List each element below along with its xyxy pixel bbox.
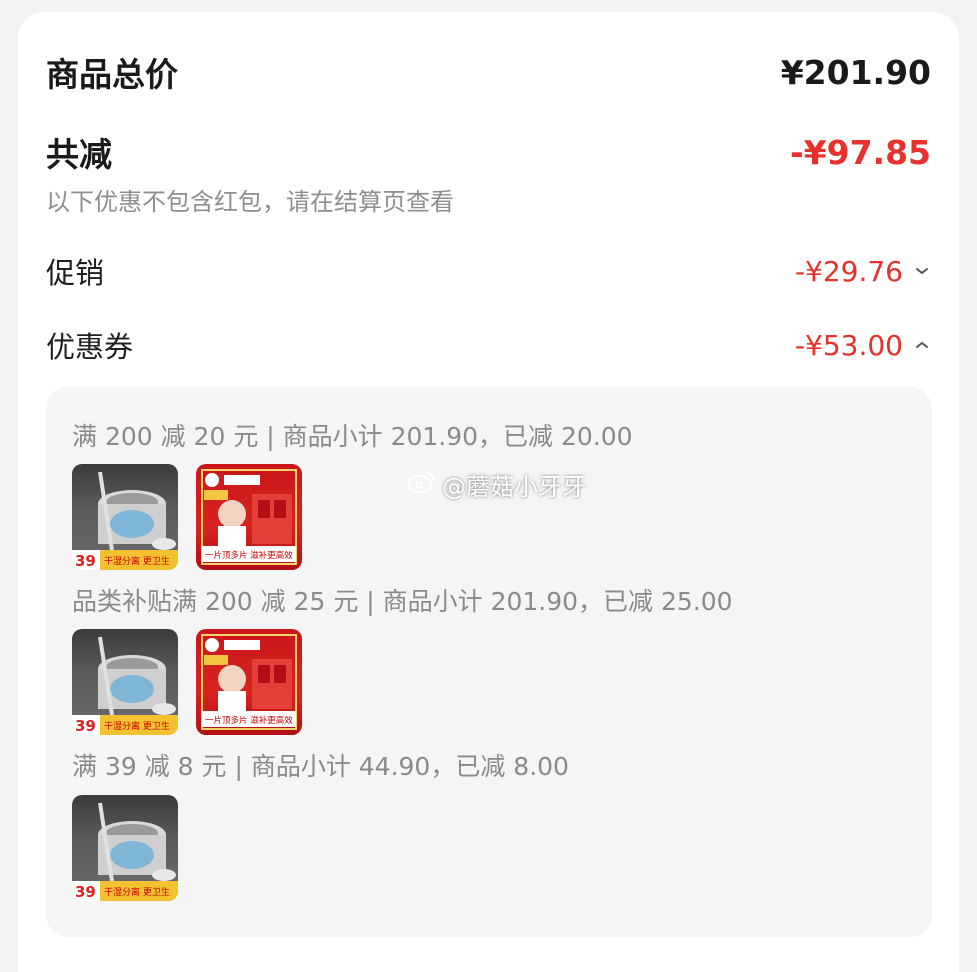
mop-price-tag: 39 (75, 883, 96, 901)
discount-note: 以下优惠不包含红包，请在结算页查看 (46, 188, 454, 216)
total-price-label: 商品总价 (46, 55, 178, 94)
coupon-detail-line: 满 39 减 8 元 | 商品小计 44.90，已减 8.00 (72, 752, 569, 781)
coupon-label: 优惠券 (46, 330, 134, 364)
total-discount-amount: -¥97.85 (789, 132, 931, 172)
product-thumbnail-mop[interactable]: 39 干湿分离 更卫生 (72, 464, 178, 570)
mop-price-tag: 39 (75, 552, 96, 570)
watermark: @蘑菇小牙牙 (408, 467, 586, 502)
product-thumbnail-supplement[interactable]: 一片顶多片 滋补更高效 (196, 464, 302, 570)
total-price-amount: ¥201.90 (780, 52, 931, 92)
coupon-detail-line: 满 200 减 20 元 | 商品小计 201.90，已减 20.00 (72, 422, 633, 451)
coupon-amount-toggle[interactable]: -¥53.00 (795, 329, 931, 362)
product-thumbnail-supplement[interactable]: 一片顶多片 滋补更高效 (196, 629, 302, 735)
order-summary-card: 商品总价 ¥201.90 共减 -¥97.85 以下优惠不包含红包，请在结算页查… (18, 12, 959, 972)
mop-caption: 干湿分离 更卫生 (104, 555, 170, 567)
coupon-row[interactable]: 优惠券 -¥53.00 (46, 324, 931, 366)
mop-caption: 干湿分离 更卫生 (104, 886, 170, 898)
promotion-row[interactable]: 促销 -¥29.76 (46, 250, 931, 292)
weibo-logo-icon (408, 471, 436, 499)
mop-price-tag: 39 (75, 717, 96, 735)
promotion-amount-toggle[interactable]: -¥29.76 (795, 255, 931, 288)
total-discount-row: 共减 -¥97.85 (46, 128, 931, 176)
chevron-down-icon[interactable] (913, 262, 931, 280)
chevron-up-icon[interactable] (913, 336, 931, 354)
mop-caption: 干湿分离 更卫生 (104, 720, 170, 732)
promotion-label: 促销 (46, 256, 105, 290)
promotion-amount: -¥29.76 (794, 254, 903, 288)
supplement-caption: 一片顶多片 滋补更高效 (205, 550, 293, 561)
product-thumbnail-mop[interactable]: 39 干湿分离 更卫生 (72, 795, 178, 901)
coupon-detail-line: 品类补贴满 200 减 25 元 | 商品小计 201.90，已减 25.00 (72, 587, 733, 616)
total-price-row: 商品总价 ¥201.90 (46, 48, 931, 96)
coupon-amount: -¥53.00 (794, 328, 903, 362)
total-discount-label: 共减 (46, 135, 112, 174)
supplement-caption: 一片顶多片 滋补更高效 (205, 715, 293, 726)
watermark-text: @蘑菇小牙牙 (442, 473, 586, 501)
product-thumbnail-mop[interactable]: 39 干湿分离 更卫生 (72, 629, 178, 735)
